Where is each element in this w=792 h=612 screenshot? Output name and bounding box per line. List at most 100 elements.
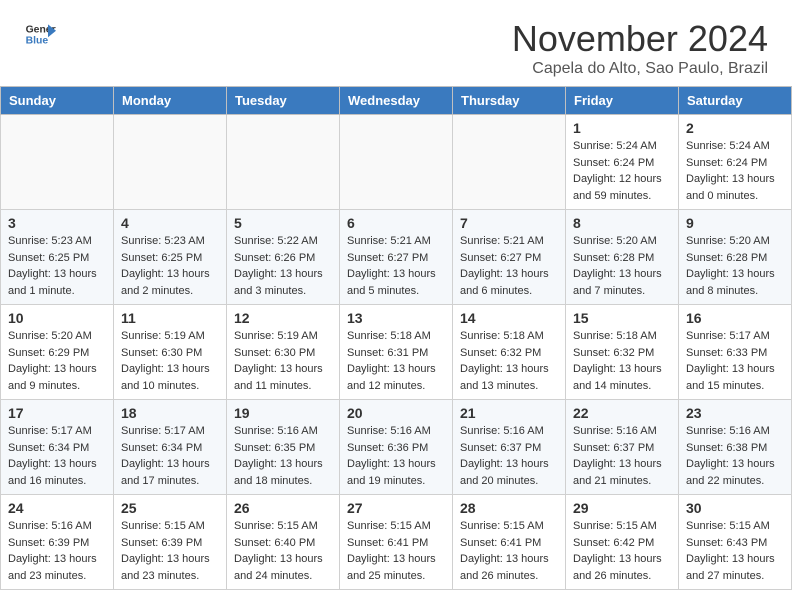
day-cell-4-4: 28 Sunrise: 5:15 AM Sunset: 6:41 PM Dayli… [453,495,566,590]
day-number: 11 [121,310,219,326]
day-info: Sunrise: 5:17 AM Sunset: 6:34 PM Dayligh… [121,423,219,489]
day-cell-4-0: 24 Sunrise: 5:16 AM Sunset: 6:39 PM Dayli… [1,495,114,590]
day-number: 19 [234,405,332,421]
day-info: Sunrise: 5:21 AM Sunset: 6:27 PM Dayligh… [460,233,558,299]
location: Capela do Alto, Sao Paulo, Brazil [512,60,768,78]
day-number: 3 [8,215,106,231]
day-number: 20 [347,405,445,421]
day-cell-0-1 [114,115,227,210]
title-section: November 2024 Capela do Alto, Sao Paulo,… [512,18,768,78]
week-row-2: 3 Sunrise: 5:23 AM Sunset: 6:25 PM Daylig… [1,210,792,305]
day-number: 14 [460,310,558,326]
day-info: Sunrise: 5:15 AM Sunset: 6:41 PM Dayligh… [347,518,445,584]
col-wednesday: Wednesday [340,87,453,115]
day-cell-2-6: 16 Sunrise: 5:17 AM Sunset: 6:33 PM Dayli… [679,305,792,400]
day-number: 16 [686,310,784,326]
day-cell-1-3: 6Sunrise: 5:21 AM Sunset: 6:27 PM Daylig… [340,210,453,305]
day-number: 26 [234,500,332,516]
day-cell-0-0 [1,115,114,210]
col-friday: Friday [566,87,679,115]
day-number: 4 [121,215,219,231]
day-info: Sunrise: 5:20 AM Sunset: 6:28 PM Dayligh… [686,233,784,299]
day-info: Sunrise: 5:23 AM Sunset: 6:25 PM Dayligh… [8,233,106,299]
day-number: 12 [234,310,332,326]
day-number: 15 [573,310,671,326]
day-cell-2-4: 14 Sunrise: 5:18 AM Sunset: 6:32 PM Dayli… [453,305,566,400]
day-cell-0-2 [227,115,340,210]
day-number: 2 [686,120,784,136]
day-info: Sunrise: 5:15 AM Sunset: 6:40 PM Dayligh… [234,518,332,584]
week-row-3: 10Sunrise: 5:20 AM Sunset: 6:29 PM Dayli… [1,305,792,400]
day-cell-4-6: 30Sunrise: 5:15 AM Sunset: 6:43 PM Dayli… [679,495,792,590]
day-cell-3-6: 23 Sunrise: 5:16 AM Sunset: 6:38 PM Dayli… [679,400,792,495]
page-header: General Blue November 2024 Capela do Alt… [0,0,792,86]
calendar-header-row: Sunday Monday Tuesday Wednesday Thursday… [1,87,792,115]
day-cell-1-6: 9 Sunrise: 5:20 AM Sunset: 6:28 PM Daylig… [679,210,792,305]
day-info: Sunrise: 5:24 AM Sunset: 6:24 PM Dayligh… [573,138,671,204]
day-cell-4-5: 29 Sunrise: 5:15 AM Sunset: 6:42 PM Dayli… [566,495,679,590]
day-info: Sunrise: 5:18 AM Sunset: 6:31 PM Dayligh… [347,328,445,394]
day-cell-1-4: 7 Sunrise: 5:21 AM Sunset: 6:27 PM Daylig… [453,210,566,305]
svg-text:Blue: Blue [26,36,49,47]
day-number: 1 [573,120,671,136]
day-cell-1-2: 5 Sunrise: 5:22 AM Sunset: 6:26 PM Daylig… [227,210,340,305]
day-info: Sunrise: 5:18 AM Sunset: 6:32 PM Dayligh… [460,328,558,394]
day-number: 24 [8,500,106,516]
day-cell-0-6: 2 Sunrise: 5:24 AM Sunset: 6:24 PM Daylig… [679,115,792,210]
day-info: Sunrise: 5:17 AM Sunset: 6:34 PM Dayligh… [8,423,106,489]
day-number: 30 [686,500,784,516]
day-cell-3-0: 17 Sunrise: 5:17 AM Sunset: 6:34 PM Dayli… [1,400,114,495]
day-cell-3-1: 18 Sunrise: 5:17 AM Sunset: 6:34 PM Dayli… [114,400,227,495]
day-info: Sunrise: 5:23 AM Sunset: 6:25 PM Dayligh… [121,233,219,299]
day-cell-4-1: 25Sunrise: 5:15 AM Sunset: 6:39 PM Dayli… [114,495,227,590]
day-number: 10 [8,310,106,326]
month-title: November 2024 [512,18,768,60]
day-cell-3-2: 19 Sunrise: 5:16 AM Sunset: 6:35 PM Dayli… [227,400,340,495]
day-info: Sunrise: 5:24 AM Sunset: 6:24 PM Dayligh… [686,138,784,204]
week-row-5: 24 Sunrise: 5:16 AM Sunset: 6:39 PM Dayli… [1,495,792,590]
day-info: Sunrise: 5:16 AM Sunset: 6:39 PM Dayligh… [8,518,106,584]
week-row-1: 1 Sunrise: 5:24 AM Sunset: 6:24 PM Daylig… [1,115,792,210]
day-info: Sunrise: 5:21 AM Sunset: 6:27 PM Dayligh… [347,233,445,299]
day-cell-1-1: 4 Sunrise: 5:23 AM Sunset: 6:25 PM Daylig… [114,210,227,305]
col-monday: Monday [114,87,227,115]
calendar-table: Sunday Monday Tuesday Wednesday Thursday… [0,86,792,590]
day-info: Sunrise: 5:16 AM Sunset: 6:38 PM Dayligh… [686,423,784,489]
day-info: Sunrise: 5:15 AM Sunset: 6:41 PM Dayligh… [460,518,558,584]
day-cell-0-4 [453,115,566,210]
day-cell-2-2: 12Sunrise: 5:19 AM Sunset: 6:30 PM Dayli… [227,305,340,400]
col-tuesday: Tuesday [227,87,340,115]
day-number: 13 [347,310,445,326]
col-thursday: Thursday [453,87,566,115]
day-info: Sunrise: 5:19 AM Sunset: 6:30 PM Dayligh… [121,328,219,394]
day-info: Sunrise: 5:16 AM Sunset: 6:36 PM Dayligh… [347,423,445,489]
day-cell-3-5: 22 Sunrise: 5:16 AM Sunset: 6:37 PM Dayli… [566,400,679,495]
day-number: 25 [121,500,219,516]
day-cell-1-5: 8Sunrise: 5:20 AM Sunset: 6:28 PM Daylig… [566,210,679,305]
day-cell-0-3 [340,115,453,210]
day-info: Sunrise: 5:17 AM Sunset: 6:33 PM Dayligh… [686,328,784,394]
week-row-4: 17 Sunrise: 5:17 AM Sunset: 6:34 PM Dayli… [1,400,792,495]
day-number: 9 [686,215,784,231]
day-number: 28 [460,500,558,516]
day-number: 23 [686,405,784,421]
day-info: Sunrise: 5:15 AM Sunset: 6:42 PM Dayligh… [573,518,671,584]
day-number: 7 [460,215,558,231]
day-cell-2-5: 15Sunrise: 5:18 AM Sunset: 6:32 PM Dayli… [566,305,679,400]
day-cell-2-0: 10Sunrise: 5:20 AM Sunset: 6:29 PM Dayli… [1,305,114,400]
day-number: 8 [573,215,671,231]
day-info: Sunrise: 5:16 AM Sunset: 6:37 PM Dayligh… [460,423,558,489]
day-info: Sunrise: 5:22 AM Sunset: 6:26 PM Dayligh… [234,233,332,299]
day-info: Sunrise: 5:16 AM Sunset: 6:35 PM Dayligh… [234,423,332,489]
day-info: Sunrise: 5:16 AM Sunset: 6:37 PM Dayligh… [573,423,671,489]
day-number: 27 [347,500,445,516]
logo: General Blue [24,18,56,50]
day-cell-0-5: 1 Sunrise: 5:24 AM Sunset: 6:24 PM Daylig… [566,115,679,210]
day-number: 29 [573,500,671,516]
day-number: 5 [234,215,332,231]
day-number: 22 [573,405,671,421]
day-number: 21 [460,405,558,421]
day-number: 18 [121,405,219,421]
day-cell-1-0: 3 Sunrise: 5:23 AM Sunset: 6:25 PM Daylig… [1,210,114,305]
day-number: 17 [8,405,106,421]
